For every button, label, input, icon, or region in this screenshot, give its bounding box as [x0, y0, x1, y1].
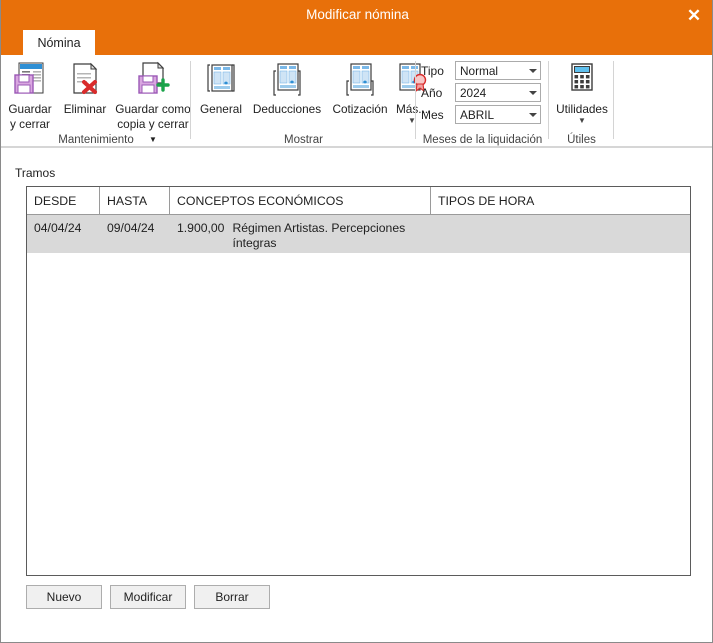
cell-conceptos-economicos: 1.900,00 Régimen Artistas. Percepciones … — [170, 215, 431, 253]
delete-document-icon — [68, 59, 102, 101]
combo-tipo-value: Normal — [460, 63, 499, 78]
ribbon-group-label-meses: Meses de la liquidación — [422, 134, 543, 146]
close-icon[interactable]: ✕ — [674, 0, 712, 30]
ribbon-button-utilidades[interactable]: Utilidades ▼ — [551, 59, 613, 125]
cell-concepto-importe: 1.900,00 — [177, 221, 225, 235]
cell-tipos-de-hora — [431, 215, 690, 253]
ribbon-label-guardar-copia-line1: Guardar como — [115, 102, 191, 116]
save-copy-icon — [134, 59, 172, 101]
combo-mes[interactable]: ABRIL — [455, 105, 541, 124]
ribbon-group-utiles: Utilidades ▼ Útiles — [549, 55, 614, 148]
combo-ano-value: 2024 — [460, 85, 487, 100]
ribbon-label-guardar-y-cerrar-line2: y cerrar — [10, 117, 50, 131]
chevron-down-icon[interactable] — [529, 90, 537, 95]
main-content: Tramos DESDE HASTA CONCEPTOS ECONÓMICOS … — [1, 148, 712, 642]
ribbon-label-deducciones: Deducciones — [252, 102, 322, 116]
group-separator-4 — [613, 61, 614, 139]
tramos-grid[interactable]: DESDE HASTA CONCEPTOS ECONÓMICOS TIPOS D… — [26, 186, 691, 576]
ribbon-label-guardar-y-cerrar-line1: Guardar — [8, 102, 52, 116]
cell-desde: 04/04/24 — [34, 221, 82, 235]
modificar-button[interactable]: Modificar — [110, 585, 186, 609]
cell-hasta: 09/04/24 — [107, 221, 155, 235]
ribbon-label-utilidades: Utilidades — [556, 102, 608, 116]
field-row-tipo: Tipo Normal — [421, 61, 541, 80]
ribbon-label-cotizacion: Cotización — [332, 102, 388, 116]
borrar-button[interactable]: Borrar — [194, 585, 270, 609]
column-header-tipos-de-hora[interactable]: TIPOS DE HORA — [431, 187, 690, 214]
chevron-down-icon[interactable] — [529, 112, 537, 117]
nuevo-button[interactable]: Nuevo — [26, 585, 102, 609]
field-row-ano: Año 2024 — [421, 83, 541, 102]
column-header-desde[interactable]: DESDE — [27, 187, 100, 214]
title-bar: Modificar nómina ✕ — [1, 0, 712, 30]
cell-concepto-descripcion: Régimen Artistas. Percepciones íntegras — [232, 221, 406, 250]
ribbon-button-general[interactable]: General — [195, 59, 247, 116]
table-row[interactable]: 04/04/24 09/04/24 1.900,00 Régimen Artis… — [27, 215, 690, 253]
ribbon: Guardar y cerrar Eliminar Guardar como c… — [1, 55, 712, 148]
combo-mes-value: ABRIL — [460, 107, 495, 122]
calculator-icon — [565, 59, 599, 101]
label-tipo: Tipo — [421, 63, 444, 78]
ribbon-button-eliminar[interactable]: Eliminar — [58, 59, 112, 116]
tab-nomina[interactable]: Nómina — [23, 30, 95, 55]
ribbon-label-general: General — [200, 102, 242, 116]
column-header-conceptos-economicos[interactable]: CONCEPTOS ECONÓMICOS — [170, 187, 431, 214]
label-ano: Año — [421, 85, 443, 100]
ribbon-group-meses-liquidacion: Tipo Normal Año 2024 Mes ABRIL Meses de … — [416, 55, 549, 148]
ribbon-group-label-mostrar: Mostrar — [284, 134, 323, 146]
save-close-icon — [12, 59, 48, 101]
combo-tipo[interactable]: Normal — [455, 61, 541, 80]
form-contribution-icon — [343, 59, 377, 101]
ribbon-button-cotizacion[interactable]: Cotización — [327, 59, 393, 116]
ribbon-label-guardar-copia-text: copia y cerrar — [117, 117, 189, 131]
grid-action-buttons: Nuevo Modificar Borrar — [26, 585, 270, 609]
form-general-icon — [204, 59, 238, 101]
column-header-hasta[interactable]: HASTA — [100, 187, 170, 214]
window-title: Modificar nómina — [306, 7, 409, 22]
ribbon-group-label-utiles: Útiles — [567, 134, 596, 146]
modificar-nomina-window: Modificar nómina ✕ Nómina Guardar y cerr… — [0, 0, 713, 643]
ribbon-button-deducciones[interactable]: Deducciones — [249, 59, 325, 116]
section-label-tramos: Tramos — [15, 166, 56, 180]
chevron-down-icon[interactable] — [529, 68, 537, 73]
tab-strip: Nómina — [1, 30, 712, 55]
label-mes: Mes — [421, 107, 444, 122]
field-row-mes: Mes ABRIL — [421, 105, 541, 124]
form-deductions-icon — [270, 59, 304, 101]
grid-header-row: DESDE HASTA CONCEPTOS ECONÓMICOS TIPOS D… — [27, 187, 690, 215]
chevron-down-icon[interactable]: ▼ — [578, 117, 586, 125]
combo-ano[interactable]: 2024 — [455, 83, 541, 102]
ribbon-label-eliminar: Eliminar — [63, 102, 107, 116]
ribbon-group-label-mantenimiento: Mantenimiento — [58, 134, 134, 146]
ribbon-button-guardar-y-cerrar[interactable]: Guardar y cerrar — [4, 59, 56, 131]
ribbon-group-mostrar: General Deducciones Cotización Más... ▼ … — [191, 55, 428, 148]
ribbon-group-mantenimiento: Guardar y cerrar Eliminar Guardar como c… — [1, 55, 191, 148]
